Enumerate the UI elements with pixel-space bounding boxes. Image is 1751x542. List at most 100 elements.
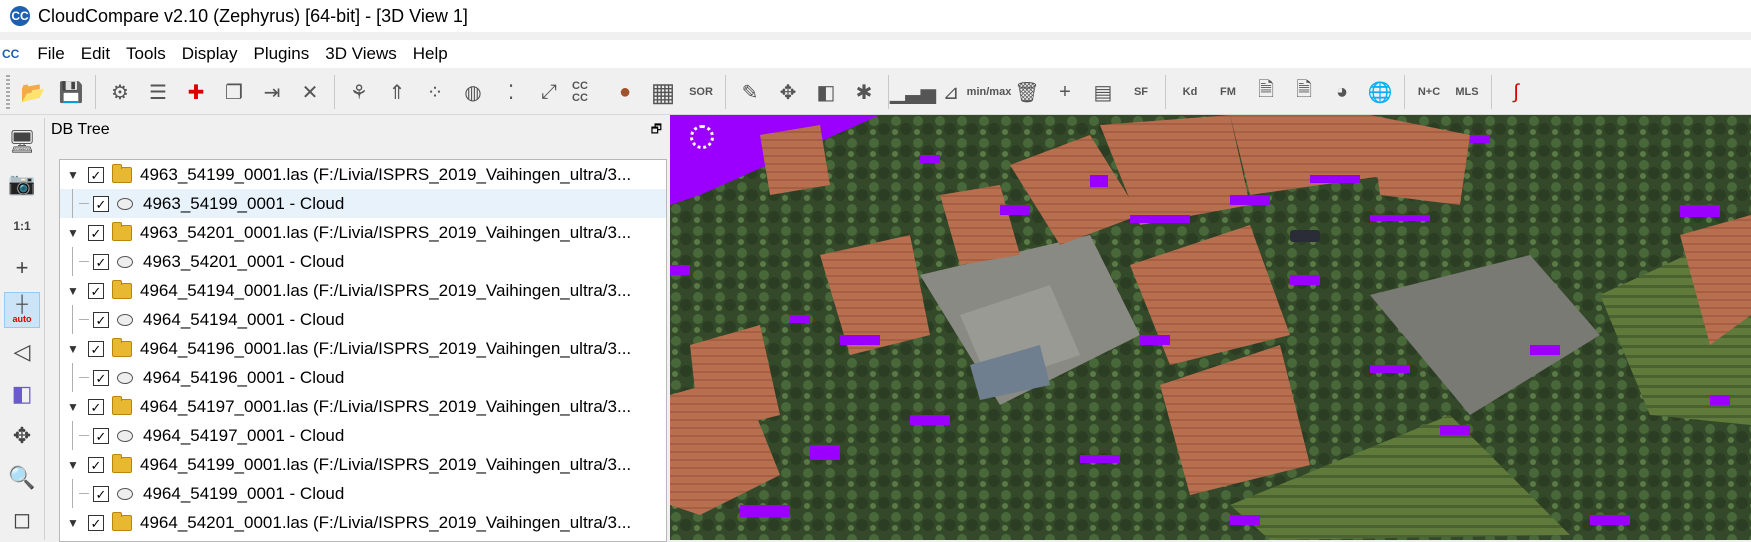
histogram-icon[interactable]: ▁▃▅ [890,75,936,109]
menu-file[interactable]: File [29,44,72,64]
merge-icon[interactable]: ⇥ [257,75,287,109]
collapse-arrow-icon[interactable]: ▼ [66,400,80,414]
visibility-checkbox[interactable]: ✓ [93,195,109,212]
tree-cloud-row[interactable]: ✓ 4964_54197_0001 - Cloud [60,421,666,450]
zoom-icon[interactable]: 🔍 [4,460,40,496]
tree-cloud-row[interactable]: ✓ 4964_54199_0001 - Cloud [60,479,666,508]
gear-icon[interactable]: ⚙ [105,75,135,109]
normals-color-button[interactable]: N+C [1414,75,1444,109]
scatter-icon[interactable]: ⁚ [496,75,526,109]
subsample-icon[interactable]: ⚘ [344,75,374,109]
mls-button[interactable]: MLS [1452,75,1482,109]
min-max-icon[interactable]: min / max [967,75,1012,109]
tree-file-row[interactable]: ▼ ✓ 4964_54194_0001.las (F:/Livia/ISPRS_20… [60,276,666,305]
tree-file-row[interactable]: ▼ ✓ 4964_54197_0001.las (F:/Livia/ISPRS_20… [60,392,666,421]
segment-icon[interactable]: ● [610,75,640,109]
toolbar-separator [1404,75,1405,109]
tree-file-row[interactable]: ▼ ✓ 4964_54201_0001.las (F:/Livia/ISPRS_20… [60,508,666,537]
collapse-arrow-icon[interactable]: ▼ [66,458,80,472]
export-dbf-icon[interactable]: 🗎 [1251,75,1281,109]
curve-icon[interactable]: ∫ [1501,75,1531,109]
3d-view[interactable] [670,115,1751,540]
auto-pivot-plus-icon: ┼ [16,296,28,313]
open-file-icon[interactable]: 📂 [18,75,48,109]
camera-icon[interactable]: 📷 [4,166,40,202]
list-icon[interactable]: ☰ [143,75,173,109]
visibility-checkbox[interactable]: ✓ [88,340,104,357]
visibility-checkbox[interactable]: ✓ [88,456,104,473]
trace-polyline-icon[interactable]: ✎ [735,75,765,109]
export-csv-icon[interactable]: 🗎 [1289,75,1319,109]
float-panel-icon[interactable]: 🗗 [651,120,662,141]
tree-file-row[interactable]: ▼ ✓ 4963_54199_0001.las (F:/Livia/ISPRS_20… [60,160,666,189]
visibility-checkbox[interactable]: ✓ [93,253,109,270]
tree-item-label: 4964_54194_0001.las (F:/Livia/ISPRS_2019… [140,280,632,300]
menu-3d-views[interactable]: 3D Views [317,44,405,64]
pivot-icon[interactable]: + [4,250,40,286]
cube-view-icon[interactable]: ◧ [4,376,40,412]
cloudcompare-logo-icon: CC [10,6,30,26]
globe-icon[interactable]: 🌐 [1365,75,1395,109]
delete-icon[interactable]: ✕ [295,75,325,109]
feature-map-button[interactable]: FM [1213,75,1243,109]
tree-file-row[interactable]: ▼ ✓ 4964_54199_0001.las (F:/Livia/ISPRS_20… [60,450,666,479]
perspective-icon[interactable]: ◁ [4,334,40,370]
kd-tree-button[interactable]: Kd [1175,75,1205,109]
scalar-field-button[interactable]: SF [1126,75,1156,109]
menu-edit[interactable]: Edit [73,44,118,64]
loading-spinner-icon [690,125,714,149]
db-tree[interactable]: ▼ ✓ 4963_54199_0001.las (F:/Livia/ISPRS_20… [59,159,667,542]
visibility-checkbox[interactable]: ✓ [88,514,104,531]
zoom-one-to-one-button[interactable]: 1:1 [4,208,40,244]
box-icon[interactable]: ◧ [811,75,841,109]
distance-icon[interactable]: ⤢ [534,75,564,109]
visibility-checkbox[interactable]: ✓ [88,282,104,299]
visibility-checkbox[interactable]: ✓ [88,224,104,241]
sample-points-icon[interactable]: ⁘ [420,75,450,109]
collapse-arrow-icon[interactable]: ▼ [66,168,80,182]
tree-file-row[interactable]: ▼ ✓ 4964_54196_0001.las (F:/Livia/ISPRS_20… [60,334,666,363]
menu-display[interactable]: Display [174,44,246,64]
density-icon[interactable]: ◍ [458,75,488,109]
toolbar-grip[interactable] [6,75,10,109]
normals-icon[interactable]: ⇑ [382,75,412,109]
pick-point-icon[interactable]: ✱ [849,75,879,109]
monitor-icon[interactable]: 🖥 [4,124,40,160]
menu-plugins[interactable]: Plugins [245,44,317,64]
clone-icon[interactable]: ❐ [219,75,249,109]
tree-cloud-row[interactable]: ✓ 4964_54194_0001 - Cloud [60,305,666,334]
menu-help[interactable]: Help [405,44,456,64]
rasterize-icon[interactable]: ▦ [648,75,678,109]
collapse-arrow-icon[interactable]: ▼ [66,342,80,356]
visibility-checkbox[interactable]: ✓ [88,398,104,415]
visibility-checkbox[interactable]: ✓ [93,485,109,502]
add-sf-icon[interactable]: + [1050,75,1080,109]
tree-cloud-row[interactable]: ✓ 4963_54199_0001 - Cloud [60,189,666,218]
save-icon[interactable]: 💾 [56,75,86,109]
calculator-icon[interactable]: ▤ [1088,75,1118,109]
menu-tools[interactable]: Tools [118,44,174,64]
sor-filter-button[interactable]: SOR [686,75,716,109]
visibility-checkbox[interactable]: ✓ [93,369,109,386]
pie-icon[interactable]: ◕ [1327,75,1357,109]
connected-components-icon[interactable]: CC CC [572,75,602,109]
box-icon[interactable]: ◻ [4,502,40,538]
visibility-checkbox[interactable]: ✓ [93,311,109,328]
delete-sf-icon[interactable]: 🗑 [1012,75,1042,109]
pan-icon[interactable]: ✥ [773,75,803,109]
tree-cloud-row[interactable]: ✓ 4964_54196_0001 - Cloud [60,363,666,392]
menu-bar: CC File Edit Tools Display Plugins 3D Vi… [0,40,1751,68]
visibility-checkbox[interactable]: ✓ [93,427,109,444]
tree-cloud-row[interactable]: ✓ 4963_54201_0001 - Cloud [60,247,666,276]
translate-rotate-icon[interactable]: ✚ [181,75,211,109]
visibility-checkbox[interactable]: ✓ [88,166,104,183]
collapse-arrow-icon[interactable]: ▼ [66,284,80,298]
collapse-arrow-icon[interactable]: ▼ [66,516,80,530]
gradient-icon[interactable]: ⊿ [936,75,966,109]
collapse-arrow-icon[interactable]: ▼ [66,226,80,240]
tree-item-label: 4964_54197_0001.las (F:/Livia/ISPRS_2019… [140,396,632,416]
tree-file-row[interactable]: ▼ ✓ 4963_54201_0001.las (F:/Livia/ISPRS_20… [60,218,666,247]
folder-icon [112,221,132,241]
auto-pivot-button[interactable]: ┼ auto [4,292,40,328]
move-icon[interactable]: ✥ [4,418,40,454]
